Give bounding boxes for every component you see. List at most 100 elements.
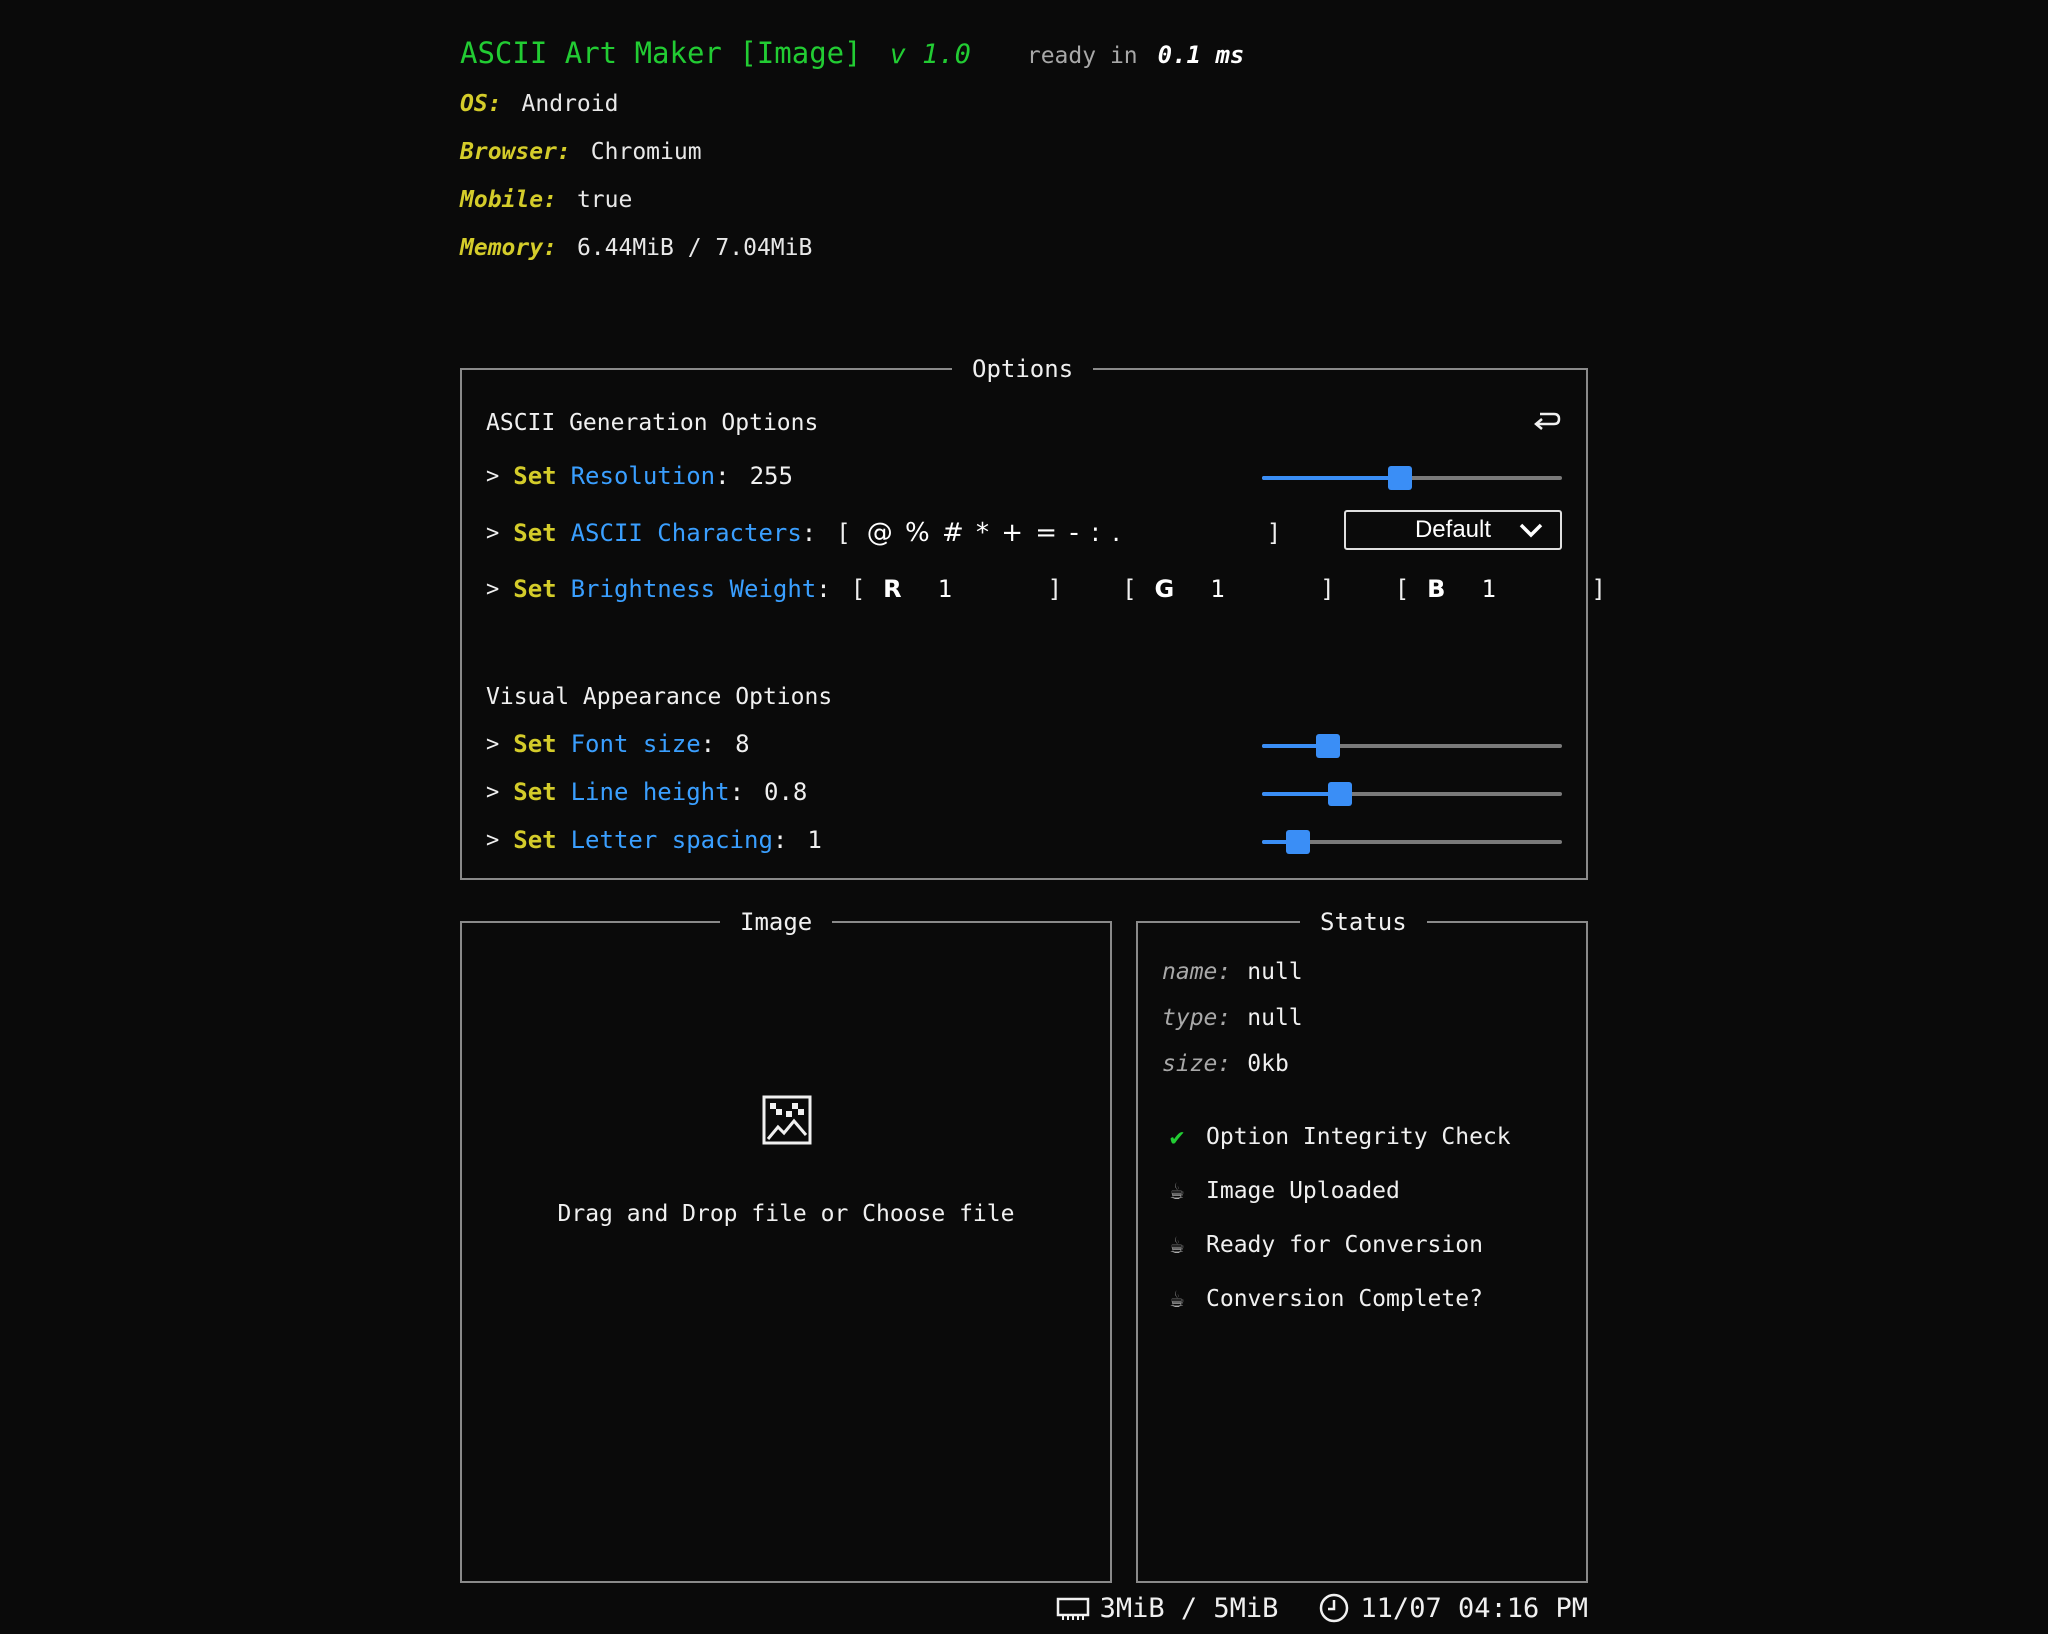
footer-datetime: 11/07 04:16 PM (1360, 1592, 1588, 1624)
image-legend: Image (720, 906, 833, 938)
slider-fill (1262, 476, 1400, 480)
footer-status-bar: 3MiB / 5MiB 11/07 04:16 PM (1056, 1592, 1588, 1624)
brightness-g-label: G (1154, 575, 1175, 603)
line-height-slider[interactable] (1262, 782, 1562, 806)
status-legend: Status (1300, 906, 1427, 938)
slider-thumb[interactable] (1328, 782, 1352, 806)
check-ready-conversion: ☕ Ready for Conversion (1162, 1231, 1483, 1259)
image-placeholder-icon (762, 1095, 812, 1145)
memory-chip-icon (1056, 1597, 1089, 1620)
set-keyword: Set (513, 730, 557, 758)
brightness-r-input[interactable]: 1 (938, 575, 1048, 603)
info-browser-key: Browser: (460, 139, 571, 165)
resolution-row: > Set Resolution: 255 (486, 462, 793, 490)
app-version: v 1.0 (889, 39, 971, 70)
ascii-preset-value: Default (1414, 516, 1492, 543)
check-label: Ready for Conversion (1206, 1232, 1483, 1258)
letter-spacing-value: 1 (807, 826, 822, 854)
status-type-key: type: (1162, 1005, 1232, 1031)
info-os-value: Android (521, 91, 619, 117)
ascii-characters-input[interactable]: @ % # * + = - : . (851, 518, 1267, 548)
info-memory-value: 6.44MiB / 7.04MiB (576, 235, 813, 261)
footer-memory: 3MiB / 5MiB (1099, 1592, 1279, 1624)
brightness-r-field[interactable]: [ R 1 ] (851, 575, 1062, 603)
brightness-weight-row: > Set Brightness Weight: [ R 1 ] [ G 1 ]… (486, 575, 1606, 603)
brightness-r-label: R (883, 575, 902, 603)
brightness-b-field[interactable]: [ B 1 ] (1395, 575, 1606, 603)
prompt-prefix: > (486, 520, 500, 546)
resolution-value: 255 (749, 462, 793, 490)
check-label: Conversion Complete? (1206, 1286, 1483, 1312)
status-type-value: null (1247, 1005, 1303, 1031)
check-option-integrity: ✔ Option Integrity Check (1162, 1123, 1511, 1151)
info-mobile-key: Mobile: (460, 187, 557, 213)
status-size-value: 0kb (1247, 1051, 1289, 1077)
font-size-row: > Set Font size: 8 (486, 730, 750, 758)
set-keyword: Set (513, 826, 557, 854)
set-keyword: Set (513, 778, 557, 806)
drop-file-text[interactable]: Drag and Drop file or Choose file (462, 1201, 1110, 1227)
info-mobile-value: true (576, 187, 633, 213)
info-memory: Memory: 6.44MiB / 7.04MiB (460, 224, 1244, 272)
check-label: Option Integrity Check (1206, 1124, 1511, 1150)
set-keyword: Set (513, 575, 557, 603)
generation-options-title: ASCII Generation Options (486, 410, 819, 436)
font-size-slider[interactable] (1262, 734, 1562, 758)
info-os: OS: Android (460, 80, 1244, 128)
font-size-value: 8 (735, 730, 750, 758)
letter-spacing-slider[interactable] (1262, 830, 1562, 854)
coffee-cup-icon: ☕ (1169, 1285, 1185, 1313)
title-row: ASCII Art Maker [Image] v 1.0 ready in 0… (460, 36, 1244, 80)
check-image-uploaded: ☕ Image Uploaded (1162, 1177, 1400, 1205)
set-keyword: Set (513, 462, 557, 490)
brightness-g-input[interactable]: 1 (1210, 575, 1320, 603)
checkmark-icon: ✔ (1169, 1123, 1185, 1151)
chevron-down-icon (1519, 523, 1543, 538)
info-os-key: OS: (460, 91, 502, 117)
letter-spacing-row: > Set Letter spacing: 1 (486, 826, 822, 854)
info-memory-key: Memory: (460, 235, 557, 261)
ready-label: ready in (1026, 43, 1138, 69)
set-keyword: Set (513, 519, 557, 547)
ascii-characters-row: > Set ASCII Characters: [ @ % # * + = - … (486, 518, 1282, 548)
status-panel: Status name: null type: null size: 0kb ✔… (1136, 906, 1588, 1583)
clock-icon (1320, 1593, 1349, 1623)
ascii-preset-select[interactable]: Default (1344, 510, 1562, 550)
brightness-b-label: B (1427, 575, 1446, 603)
prompt-prefix: > (486, 731, 500, 757)
app-title: ASCII Art Maker [Image] (460, 36, 862, 70)
info-browser-value: Chromium (590, 139, 702, 165)
coffee-cup-icon: ☕ (1169, 1231, 1185, 1259)
options-legend: Options (952, 353, 1094, 385)
slider-thumb[interactable] (1286, 830, 1310, 854)
font-size-label: Font size (570, 730, 701, 758)
header: ASCII Art Maker [Image] v 1.0 ready in 0… (460, 36, 1244, 272)
resolution-slider[interactable] (1262, 466, 1562, 490)
check-conversion-complete: ☕ Conversion Complete? (1162, 1285, 1483, 1313)
line-height-label: Line height (570, 778, 730, 806)
letter-spacing-label: Letter spacing (570, 826, 773, 854)
status-size-key: size: (1162, 1051, 1232, 1077)
image-panel[interactable]: Image Drag and Drop file or Choose file (460, 906, 1112, 1583)
app-page: ASCII Art Maker [Image] v 1.0 ready in 0… (0, 0, 2048, 1634)
status-name-key: name: (1162, 959, 1232, 985)
brightness-weight-label: Brightness Weight (570, 575, 817, 603)
coffee-cup-icon: ☕ (1169, 1177, 1185, 1205)
info-mobile: Mobile: true (460, 176, 1244, 224)
check-label: Image Uploaded (1206, 1178, 1400, 1204)
brightness-g-field[interactable]: [ G 1 ] (1122, 575, 1335, 603)
status-type: type: null (1162, 1005, 1303, 1031)
prompt-prefix: > (486, 463, 500, 489)
prompt-prefix: > (486, 576, 500, 602)
status-name-value: null (1247, 959, 1303, 985)
prompt-prefix: > (486, 779, 500, 805)
slider-thumb[interactable] (1316, 734, 1340, 758)
ready-time: 0.1 ms (1157, 41, 1245, 69)
reset-icon[interactable] (1532, 406, 1562, 436)
options-panel: Options ASCII Generation Options > Set R… (460, 353, 1606, 880)
info-browser: Browser: Chromium (460, 128, 1244, 176)
brightness-b-input[interactable]: 1 (1481, 575, 1591, 603)
ascii-characters-label: ASCII Characters (570, 519, 802, 547)
status-size: size: 0kb (1162, 1051, 1289, 1077)
slider-thumb[interactable] (1388, 466, 1412, 490)
